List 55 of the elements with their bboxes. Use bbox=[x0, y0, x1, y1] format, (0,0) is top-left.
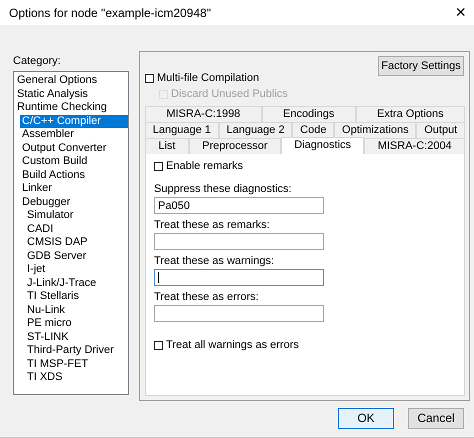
tab[interactable]: Optimizations bbox=[334, 122, 416, 138]
input-field[interactable] bbox=[154, 305, 324, 322]
input-field[interactable] bbox=[154, 233, 324, 250]
category-item[interactable]: CMSIS DAP bbox=[25, 236, 128, 250]
tab[interactable]: Diagnostics bbox=[280, 137, 364, 154]
category-item[interactable]: Assembler bbox=[20, 128, 128, 142]
tab[interactable]: MISRA-C:1998 bbox=[145, 106, 262, 122]
category-item[interactable]: Linker bbox=[20, 182, 128, 196]
category-item[interactable]: TI Stellaris bbox=[25, 290, 128, 304]
ok-button[interactable]: OK bbox=[338, 408, 394, 429]
category-item[interactable]: Nu-Link bbox=[25, 304, 128, 318]
tab[interactable]: Encodings bbox=[262, 106, 356, 122]
close-icon[interactable]: × bbox=[455, 2, 466, 24]
category-item[interactable]: I-jet bbox=[25, 263, 128, 277]
factory-settings-button[interactable]: Factory Settings bbox=[378, 56, 464, 76]
checkbox-label[interactable]: Enable remarks bbox=[154, 160, 244, 172]
category-item[interactable]: Third-Party Driver bbox=[25, 344, 128, 358]
category-item[interactable]: ST-LINK bbox=[25, 330, 128, 344]
category-item[interactable]: TI MSP-FET bbox=[25, 358, 128, 372]
field-label: Treat these as errors: bbox=[154, 291, 259, 304]
tab[interactable]: Language 1 bbox=[145, 122, 219, 138]
input-field[interactable] bbox=[154, 269, 324, 286]
tab[interactable]: Output bbox=[416, 122, 466, 138]
field-label: Treat these as warnings: bbox=[154, 255, 274, 268]
checkbox[interactable] bbox=[154, 340, 163, 350]
checkbox-label[interactable]: Multi-file Compilation bbox=[145, 70, 260, 86]
category-label: Category: bbox=[13, 55, 61, 68]
input-field[interactable]: Pa050 bbox=[154, 197, 324, 214]
tab[interactable]: List bbox=[145, 138, 189, 154]
category-item[interactable]: TI XDS bbox=[25, 371, 128, 385]
category-item[interactable]: PE micro bbox=[25, 317, 128, 331]
category-item[interactable]: General Options bbox=[15, 74, 128, 88]
category-item[interactable]: C/C++ Compiler bbox=[20, 114, 128, 128]
category-item[interactable]: Static Analysis bbox=[15, 88, 128, 102]
checkbox[interactable] bbox=[145, 74, 154, 83]
field-label: Treat these as remarks: bbox=[154, 219, 270, 232]
tab[interactable]: MISRA-C:2004 bbox=[364, 138, 466, 154]
checkbox[interactable] bbox=[154, 162, 163, 171]
tab[interactable]: Preprocessor bbox=[188, 138, 281, 154]
category-item[interactable]: Build Actions bbox=[20, 168, 128, 182]
cancel-button[interactable]: Cancel bbox=[408, 408, 464, 429]
category-item[interactable]: J-Link/J-Trace bbox=[25, 276, 128, 290]
category-item[interactable]: CADI bbox=[25, 222, 128, 236]
tab[interactable]: Language 2 bbox=[218, 122, 292, 138]
window-title: Options for node "example-icm20948" bbox=[9, 6, 211, 20]
category-item[interactable]: Debugger bbox=[20, 196, 128, 210]
category-item[interactable]: GDB Server bbox=[25, 250, 128, 264]
field-label: Suppress these diagnostics: bbox=[154, 183, 292, 196]
tab[interactable]: Code bbox=[292, 122, 334, 138]
category-item[interactable]: Simulator bbox=[25, 209, 128, 223]
category-item[interactable]: Output Converter bbox=[20, 142, 128, 156]
tab[interactable]: Extra Options bbox=[356, 106, 466, 122]
checkbox-label[interactable]: Treat all warnings as errors bbox=[154, 339, 299, 352]
category-item[interactable]: Custom Build bbox=[20, 155, 128, 169]
category-item[interactable]: Runtime Checking bbox=[15, 101, 128, 115]
